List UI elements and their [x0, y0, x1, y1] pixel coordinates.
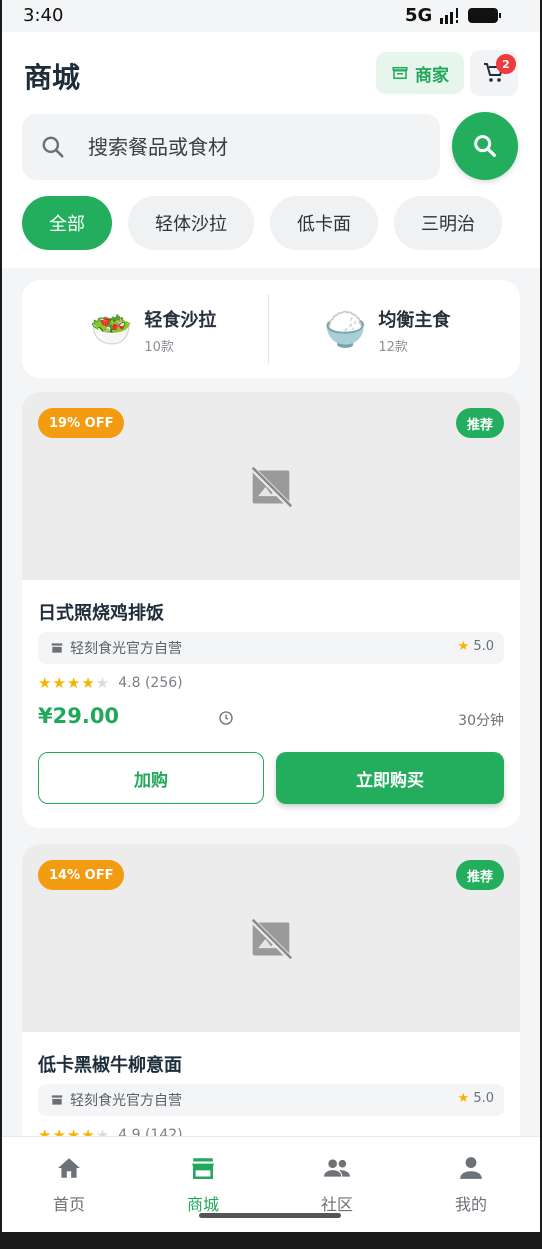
clock-icon: [218, 710, 234, 726]
home-icon: [58, 1158, 80, 1178]
page-title: 商城: [24, 61, 81, 94]
rating-stars: ★★★★★: [38, 674, 111, 692]
category-staple[interactable]: 🍚 均衡主食 12款: [324, 300, 450, 360]
search-icon: [474, 135, 496, 157]
category-chips: 全部 轻体沙拉 低卡面 三明治: [22, 196, 540, 252]
chip-low-cal-noodle[interactable]: 低卡面: [270, 196, 378, 250]
battery-icon: [468, 8, 501, 23]
home-indicator[interactable]: [199, 1213, 341, 1218]
product-card[interactable]: 19% OFF 推荐 日式照烧鸡排饭 轻刻食光官方自营 ★ 5.0 ★★★★★ …: [22, 392, 520, 828]
rice-bowl-icon: 🍚: [324, 310, 367, 350]
salad-icon: 🥗: [90, 310, 133, 350]
product-image: 19% OFF 推荐: [22, 392, 520, 580]
status-network: 5G: [405, 5, 433, 26]
product-image: 14% OFF 推荐: [22, 844, 520, 1032]
nav-label: 商城: [186, 1195, 219, 1214]
cart-button[interactable]: 2: [470, 50, 518, 96]
product-name: 低卡黑椒牛柳意面: [38, 1055, 182, 1076]
divider: [268, 294, 269, 364]
nav-home[interactable]: 首页: [2, 1155, 136, 1225]
add-to-cart-button[interactable]: 加购: [38, 752, 264, 804]
product-name: 日式照烧鸡排饭: [38, 603, 164, 624]
chip-salad[interactable]: 轻体沙拉: [128, 196, 254, 250]
image-unavailable-icon: [249, 464, 293, 510]
merchant-button[interactable]: 商家: [376, 52, 464, 94]
signal-icon: [440, 8, 458, 24]
rating-row: ★★★★★ 4.8 (256): [38, 674, 183, 692]
product-card[interactable]: 14% OFF 推荐 低卡黑椒牛柳意面 轻刻食光官方自营 ★ 5.0 ★★★★★…: [22, 844, 520, 1174]
merchant-label: 商家: [415, 65, 449, 86]
product-price: ¥29.00: [38, 704, 120, 728]
store-name: 轻刻食光官方自营: [70, 641, 182, 657]
category-count: 12款: [378, 339, 408, 355]
cart-count-badge: 2: [496, 54, 516, 74]
store-name: 轻刻食光官方自营: [70, 1093, 182, 1109]
discount-badge: 19% OFF: [38, 408, 125, 438]
category-name: 轻食沙拉: [144, 309, 217, 331]
nav-label: 我的: [454, 1195, 487, 1214]
search-icon: [40, 134, 66, 160]
storefront-icon: [392, 67, 408, 79]
recommend-badge: 推荐: [455, 408, 504, 438]
store-icon: [50, 641, 64, 655]
app-screen: 3:40 5G 商城 商家 2 搜索餐品或食材 全部 轻体沙拉 低卡面 三明治 …: [2, 0, 540, 1232]
store-row[interactable]: 轻刻食光官方自营 ★ 5.0: [38, 1084, 504, 1116]
search-button[interactable]: [452, 112, 518, 180]
category-name: 均衡主食: [378, 309, 451, 331]
header: 商城 商家 2 搜索餐品或食材 全部 轻体沙拉 低卡面 三明治: [2, 32, 540, 268]
search-input[interactable]: [88, 135, 408, 159]
store-row[interactable]: 轻刻食光官方自营 ★ 5.0: [38, 632, 504, 664]
person-icon: [460, 1157, 482, 1179]
discount-badge: 14% OFF: [38, 860, 125, 890]
search-box[interactable]: [22, 114, 440, 180]
category-salad[interactable]: 🥗 轻食沙拉 10款: [90, 300, 216, 360]
status-bar: 3:40 5G: [2, 0, 540, 32]
image-unavailable-icon: [249, 916, 293, 962]
nav-label: 首页: [52, 1195, 85, 1214]
nav-profile[interactable]: 我的: [404, 1155, 538, 1225]
status-time: 3:40: [23, 5, 64, 26]
chip-all[interactable]: 全部: [22, 196, 112, 250]
recommend-badge: 推荐: [455, 860, 504, 890]
people-icon: [324, 1159, 350, 1177]
store-rating: ★ 5.0: [457, 639, 494, 654]
rating-text: 4.8 (256): [118, 675, 183, 691]
star-icon: ★: [457, 639, 470, 654]
store-icon: [192, 1158, 214, 1180]
star-icon: ★: [457, 1091, 470, 1106]
category-count: 10款: [144, 339, 174, 355]
category-card: 🥗 轻食沙拉 10款 🍚 均衡主食 12款: [22, 280, 520, 378]
store-rating: ★ 5.0: [457, 1091, 494, 1106]
delivery-time: 30分钟: [458, 713, 504, 729]
buy-now-button[interactable]: 立即购买: [276, 752, 504, 804]
store-icon: [50, 1093, 64, 1107]
chip-sandwich[interactable]: 三明治: [394, 196, 502, 250]
nav-label: 社区: [320, 1195, 353, 1214]
